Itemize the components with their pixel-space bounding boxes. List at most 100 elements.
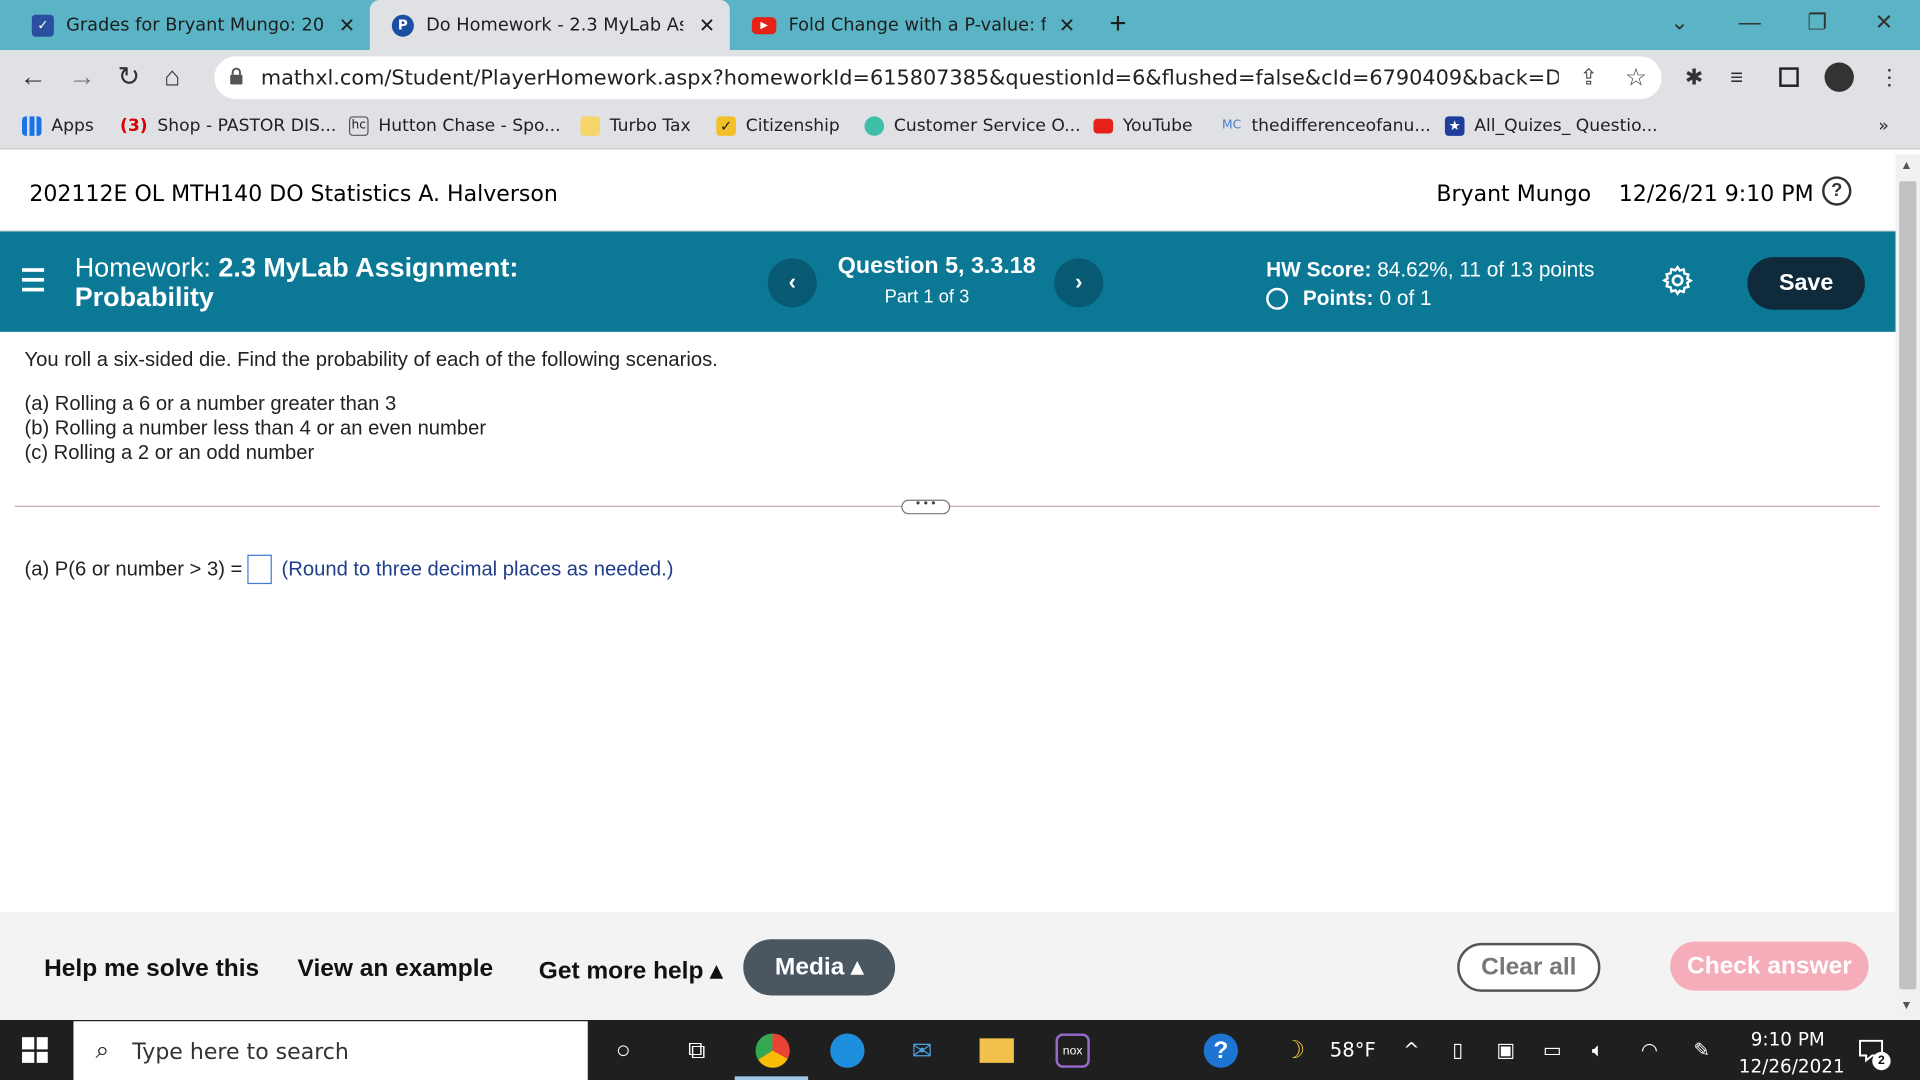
close-icon[interactable]: ✕	[339, 13, 355, 36]
youtube-icon	[1093, 118, 1114, 134]
tab-youtube[interactable]: ▶ Fold Change with a P-value: find ✕	[730, 0, 1090, 50]
browser-tab-strip: ✓ Grades for Bryant Mungo: 20211 ✕ P Do …	[0, 0, 1920, 51]
bookmark-star-icon[interactable]: ☆	[1625, 62, 1647, 93]
windows-taskbar: ⌕ Type here to search ○ ⧉ ✉ nox ? ☽ 58°F…	[0, 1020, 1920, 1080]
meet-now-icon[interactable]: ▯	[1452, 1038, 1463, 1061]
clear-all-button[interactable]: Clear all	[1457, 942, 1601, 992]
mc-icon: MC	[1222, 118, 1242, 133]
menu-kebab-icon[interactable]: ⋮	[1878, 65, 1900, 91]
get-more-help-button[interactable]: Get more help ▴	[539, 955, 723, 986]
answer-input[interactable]	[247, 554, 272, 585]
bookmarks-overflow-icon[interactable]: »	[1878, 116, 1889, 136]
chrome-icon[interactable]	[755, 1033, 790, 1068]
task-view-icon[interactable]: ⧉	[680, 1033, 714, 1067]
mute-icon[interactable]: 🔈︎	[1592, 1038, 1604, 1062]
new-tab-icon[interactable]: +	[1109, 7, 1126, 41]
active-app-indicator	[734, 1076, 809, 1080]
help-app-icon[interactable]: ?	[1203, 1033, 1238, 1068]
mail-icon[interactable]: ✉	[905, 1033, 939, 1067]
bookmark-quizes[interactable]: ★ All_Quizes_ Questio...	[1444, 116, 1658, 136]
question-prompt: You roll a six-sided die. Find the proba…	[24, 348, 718, 372]
tab-grades[interactable]: ✓ Grades for Bryant Mungo: 20211 ✕	[10, 0, 370, 50]
view-example-button[interactable]: View an example	[298, 955, 494, 983]
browser-toolbar: ← → ↻ ⌂ mathxl.com/Student/PlayerHomewor…	[0, 50, 1920, 106]
tray-chevron-icon[interactable]: ^	[1403, 1038, 1419, 1061]
bookmark-youtube[interactable]: YouTube	[1093, 116, 1193, 136]
url-text[interactable]: mathxl.com/Student/PlayerHomework.aspx?h…	[261, 66, 1559, 90]
answer-prefix: (a) P(6 or number > 3) =	[24, 557, 243, 580]
scenario-item: (b) Rolling a number less than 4 or an e…	[24, 417, 487, 440]
restore-icon[interactable]: ❐	[1807, 10, 1827, 36]
screen-icon[interactable]: ▣	[1496, 1038, 1515, 1061]
help-icon[interactable]: ?	[1822, 176, 1852, 206]
homework-bar: Homework: 2.3 MyLab Assignment: Probabil…	[0, 231, 1896, 332]
minimize-icon[interactable]: —	[1739, 10, 1761, 36]
course-header: 202112E OL MTH140 DO Statistics A. Halve…	[0, 154, 1896, 232]
tab-title: Fold Change with a P-value: find	[788, 15, 1046, 35]
pearson-icon: P	[391, 14, 414, 37]
gear-icon[interactable]	[1661, 264, 1694, 296]
clock-date: 12/26/2021	[1738, 1055, 1845, 1078]
bookmark-turbotax[interactable]: Turbo Tax	[580, 116, 691, 136]
bookmark-apps[interactable]: Apps	[22, 116, 94, 136]
back-icon[interactable]: ←	[20, 61, 47, 93]
reload-icon[interactable]: ↻	[118, 61, 141, 93]
taskbar-search-input[interactable]: ⌕ Type here to search	[73, 1021, 588, 1080]
hw-score-label: HW Score:	[1266, 258, 1372, 282]
homework-name-line2: Probability	[74, 281, 214, 313]
homework-title: Homework: 2.3 MyLab Assignment: Probabil…	[75, 253, 519, 312]
scroll-up-icon[interactable]: ▲	[1900, 159, 1912, 172]
current-datetime: 12/26/21 9:10 PM	[1618, 181, 1814, 207]
notification-count-badge: 2	[1872, 1051, 1891, 1071]
bookmark-citizenship[interactable]: ✓ Citizenship	[716, 116, 840, 136]
scrollbar-thumb[interactable]	[1899, 181, 1917, 990]
next-question-button[interactable]: ›	[1054, 258, 1104, 308]
bookmark-hutton[interactable]: hc Hutton Chase - Spo...	[348, 116, 561, 136]
bookmark-shop[interactable]: (3) Shop - PASTOR DIS...	[120, 116, 336, 136]
edge-icon[interactable]	[830, 1033, 865, 1068]
reading-list-icon[interactable]: ≡	[1730, 65, 1743, 91]
check-answer-button[interactable]: Check answer	[1670, 941, 1869, 991]
close-window-icon[interactable]: ✕	[1875, 10, 1893, 36]
extensions-icon[interactable]: ✱	[1685, 65, 1703, 91]
windows-start-icon[interactable]	[22, 1037, 48, 1063]
bookmark-label: Customer Service O...	[893, 116, 1081, 136]
media-button[interactable]: Media ▴	[743, 939, 896, 996]
scroll-down-icon[interactable]: ▼	[1900, 999, 1912, 1012]
points: Points: 0 of 1	[1266, 287, 1432, 311]
pen-icon[interactable]: ✎	[1693, 1038, 1709, 1061]
hamburger-menu-icon[interactable]	[22, 268, 45, 292]
home-icon[interactable]: ⌂	[164, 61, 180, 93]
bookmark-label: Shop - PASTOR DIS...	[157, 116, 337, 136]
bookmarks-bar: Apps (3) Shop - PASTOR DIS... hc Hutton …	[0, 105, 1920, 150]
weather-temperature[interactable]: 58°F	[1330, 1038, 1376, 1061]
notifications-icon[interactable]: 2	[1856, 1036, 1891, 1071]
tab-search-icon[interactable]: ⌄	[1670, 10, 1688, 36]
tab-do-homework[interactable]: P Do Homework - 2.3 MyLab Assig ✕	[369, 0, 730, 51]
cortana-icon[interactable]: ○	[606, 1033, 640, 1067]
scenario-item: (a) Rolling a 6 or a number greater than…	[24, 393, 397, 416]
profile-avatar-icon[interactable]	[1824, 62, 1854, 92]
taskbar-clock[interactable]: 9:10 PM 12/26/2021	[1738, 1026, 1845, 1080]
help-me-solve-button[interactable]: Help me solve this	[44, 955, 259, 983]
folder-icon	[580, 116, 601, 136]
hw-score-value: 84.62%, 11 of 13 points	[1377, 258, 1595, 282]
forward-icon[interactable]: →	[69, 61, 96, 93]
youtube-icon: ▶	[751, 16, 777, 34]
address-bar[interactable]: mathxl.com/Student/PlayerHomework.aspx?h…	[214, 56, 1662, 100]
expand-ellipsis-button[interactable]: • • •	[901, 498, 951, 515]
side-panel-icon[interactable]	[1779, 67, 1799, 87]
page-scrollbar[interactable]: ▲ ▼	[1895, 154, 1920, 1021]
bookmark-difference[interactable]: MC thedifferenceofanu...	[1222, 116, 1431, 136]
nox-icon[interactable]: nox	[1055, 1033, 1090, 1068]
save-button[interactable]: Save	[1747, 257, 1865, 310]
bookmark-customer-service[interactable]: Customer Service O...	[864, 116, 1081, 136]
check-icon: ✓	[716, 116, 736, 136]
share-icon[interactable]: ⇪	[1579, 65, 1597, 91]
wifi-icon[interactable]: ◠	[1641, 1038, 1658, 1061]
close-icon[interactable]: ✕	[1059, 13, 1075, 36]
close-icon[interactable]: ✕	[699, 13, 715, 36]
course-title: 202112E OL MTH140 DO Statistics A. Halve…	[29, 181, 558, 207]
file-explorer-icon[interactable]	[979, 1038, 1014, 1063]
battery-icon[interactable]: ▭	[1543, 1038, 1562, 1061]
